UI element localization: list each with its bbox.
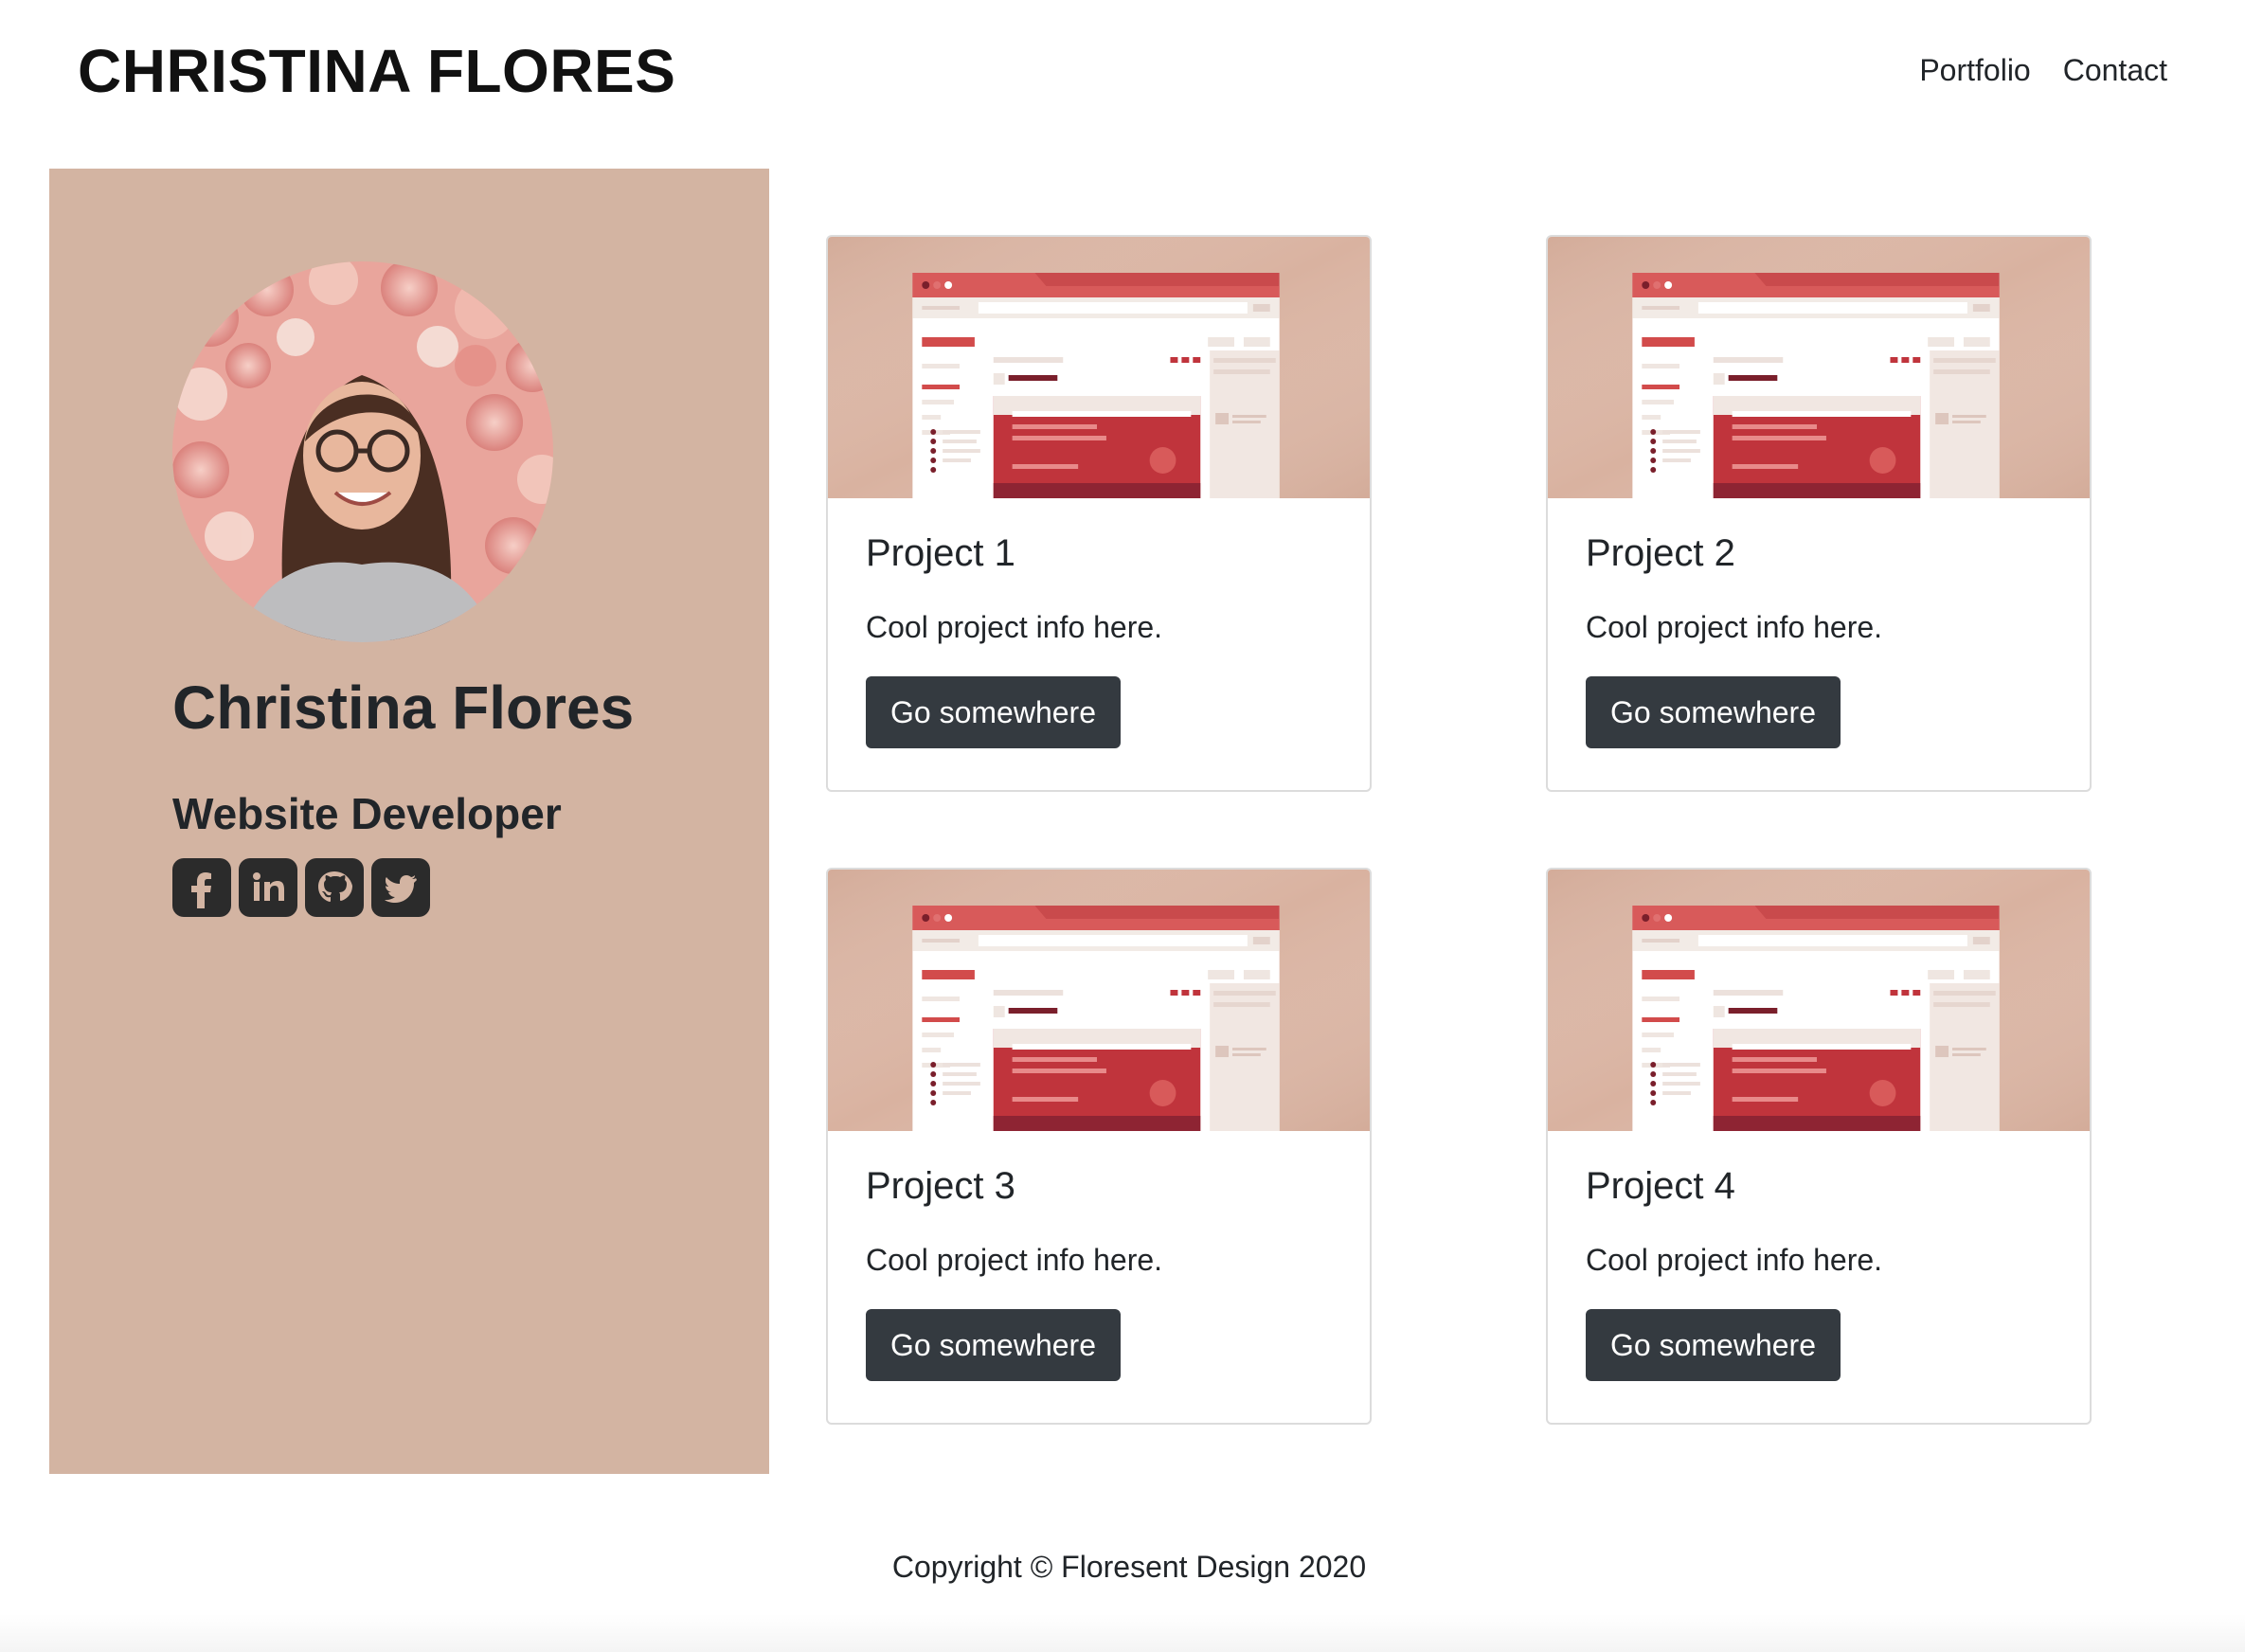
facebook-icon[interactable] — [172, 858, 231, 917]
site-title: CHRISTINA FLORES — [78, 37, 676, 105]
main-nav: Portfolio Contact — [1919, 53, 2167, 88]
nav-link-contact[interactable]: Contact — [2063, 53, 2167, 88]
project-card-1: Project 1 Cool project info here. Go som… — [826, 235, 1372, 792]
card-text: Cool project info here. — [866, 610, 1163, 644]
portfolio-page: CHRISTINA FLORES Portfolio Contact Chris… — [0, 0, 2245, 1652]
project-thumbnail — [1548, 870, 2090, 1131]
social-links — [172, 858, 430, 917]
go-somewhere-button[interactable]: Go somewhere — [1586, 1309, 1841, 1381]
project-thumbnail — [828, 237, 1370, 498]
github-icon[interactable] — [305, 858, 364, 917]
page-bottom-shade — [0, 1614, 2245, 1652]
project-card-4: Project 4 Cool project info here. Go som… — [1546, 868, 2092, 1425]
card-text: Cool project info here. — [866, 1243, 1163, 1277]
card-title: Project 3 — [866, 1165, 1015, 1207]
project-card-3: Project 3 Cool project info here. Go som… — [826, 868, 1372, 1425]
linkedin-icon[interactable] — [239, 858, 297, 917]
go-somewhere-button[interactable]: Go somewhere — [1586, 676, 1841, 748]
card-title: Project 2 — [1586, 532, 1735, 574]
card-text: Cool project info here. — [1586, 610, 1883, 644]
twitter-icon[interactable] — [371, 858, 430, 917]
profile-sidebar: Christina Flores Website Developer — [49, 169, 769, 1474]
project-thumbnail — [1548, 237, 2090, 498]
profile-photo — [172, 261, 553, 642]
go-somewhere-button[interactable]: Go somewhere — [866, 676, 1121, 748]
card-title: Project 1 — [866, 532, 1015, 574]
card-text: Cool project info here. — [1586, 1243, 1883, 1277]
profile-name: Christina Flores — [172, 673, 635, 742]
project-thumbnail — [828, 870, 1370, 1131]
profile-role: Website Developer — [172, 789, 562, 838]
project-card-2: Project 2 Cool project info here. Go som… — [1546, 235, 2092, 792]
avatar — [172, 261, 553, 642]
footer-copyright: Copyright © Floresent Design 2020 — [891, 1550, 1367, 1584]
go-somewhere-button[interactable]: Go somewhere — [866, 1309, 1121, 1381]
card-title: Project 4 — [1586, 1165, 1735, 1207]
nav-link-portfolio[interactable]: Portfolio — [1919, 53, 2030, 88]
